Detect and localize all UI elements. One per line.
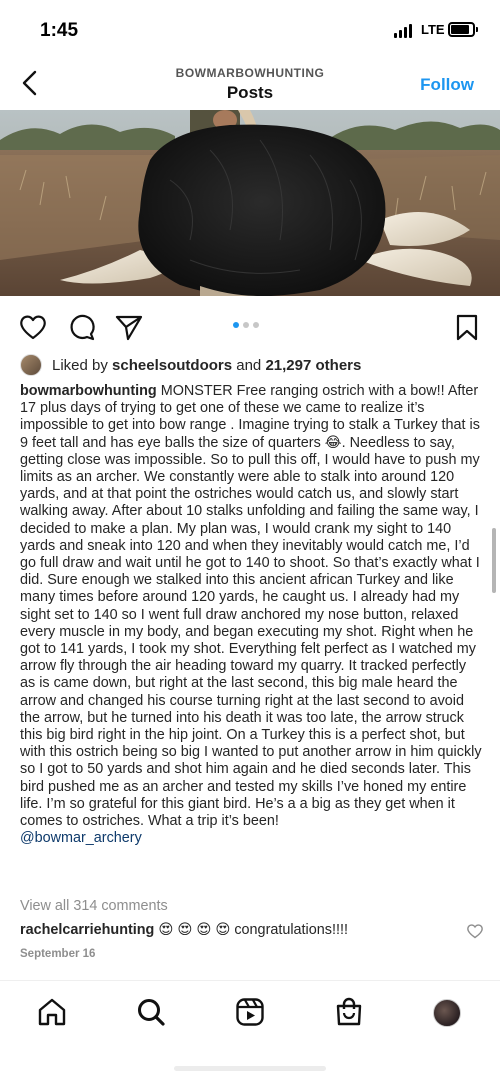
scrollbar[interactable] bbox=[492, 528, 496, 593]
likes-text: Liked by scheelsoutdoors and 21,297 othe… bbox=[52, 357, 361, 374]
likes-count[interactable]: 21,297 others bbox=[265, 357, 361, 374]
battery-icon bbox=[448, 22, 478, 37]
caption-text: MONSTER Free ranging ostrich with a bow!… bbox=[20, 383, 482, 830]
carousel-dot-active bbox=[233, 322, 239, 328]
home-icon[interactable] bbox=[36, 996, 68, 1028]
view-all-comments-link[interactable]: View all 314 comments bbox=[20, 898, 168, 914]
bookmark-icon[interactable] bbox=[452, 312, 482, 342]
signal-icon bbox=[394, 24, 412, 38]
likes-row[interactable]: Liked by scheelsoutdoors and 21,297 othe… bbox=[20, 354, 361, 376]
post-header: BOWMARBOWHUNTING Posts Follow bbox=[0, 58, 500, 110]
post-actions bbox=[0, 306, 500, 346]
comment-username[interactable]: rachelcarriehunting bbox=[20, 922, 154, 938]
comment-heart-icon[interactable] bbox=[466, 922, 484, 940]
caption-username[interactable]: bowmarbowhunting bbox=[20, 383, 157, 399]
carousel-dot bbox=[243, 322, 249, 328]
home-indicator bbox=[174, 1066, 326, 1071]
carousel-indicator bbox=[233, 322, 259, 328]
search-icon[interactable] bbox=[135, 996, 167, 1028]
status-time: 1:45 bbox=[40, 20, 79, 41]
shopping-bag-icon[interactable] bbox=[333, 996, 365, 1028]
comment-row: rachelcarriehunting 😍 😍 😍 😍 congratulati… bbox=[20, 922, 348, 938]
ostrich-photo bbox=[0, 110, 500, 296]
post-caption: bowmarbowhunting MONSTER Free ranging os… bbox=[20, 383, 482, 847]
comment-text: 😍 😍 😍 😍 congratulations!!!! bbox=[154, 922, 348, 938]
bottom-nav bbox=[0, 982, 500, 1042]
post-image[interactable] bbox=[0, 110, 500, 296]
reels-icon[interactable] bbox=[234, 996, 266, 1028]
paper-plane-icon[interactable] bbox=[114, 312, 144, 342]
liker-avatar bbox=[20, 354, 42, 376]
likes-middle: and bbox=[232, 356, 266, 374]
comment-icon[interactable] bbox=[66, 312, 96, 342]
profile-avatar[interactable] bbox=[433, 999, 461, 1027]
network-label: LTE bbox=[421, 22, 445, 37]
follow-button[interactable]: Follow bbox=[420, 75, 474, 95]
post-date: September 16 bbox=[20, 948, 96, 960]
heart-icon[interactable] bbox=[18, 312, 48, 342]
likes-prefix: Liked by bbox=[52, 356, 113, 374]
caption-mention[interactable]: @bowmar_archery bbox=[20, 830, 142, 846]
status-bar: 1:45 LTE bbox=[0, 0, 500, 58]
carousel-dot bbox=[253, 322, 259, 328]
liker-username[interactable]: scheelsoutdoors bbox=[112, 357, 232, 374]
divider bbox=[0, 980, 500, 981]
